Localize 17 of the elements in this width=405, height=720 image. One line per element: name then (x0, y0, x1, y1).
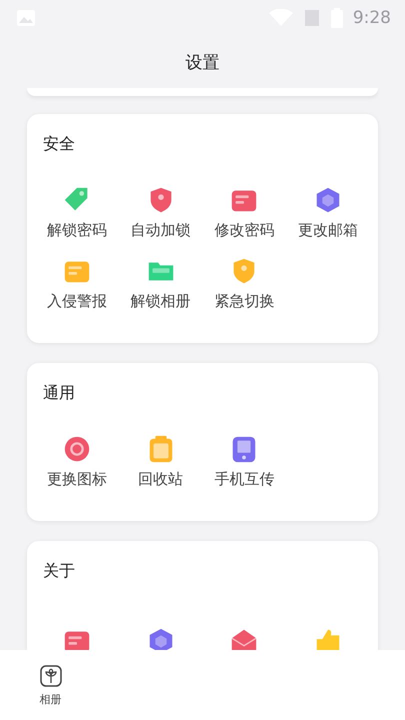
setting-label[interactable]: 修改密码 (214, 221, 274, 240)
picture-icon (16, 8, 36, 28)
setting-label[interactable]: 手机互传 (214, 470, 274, 489)
section-title: 关于 (42, 561, 76, 582)
sprout-icon (38, 664, 62, 688)
section-title: 通用 (42, 383, 76, 404)
setting-label[interactable]: 入侵警报 (46, 292, 107, 311)
setting-label[interactable]: 自动加锁 (130, 221, 191, 240)
status-time: 9:28 (352, 8, 391, 28)
section-title: 安全 (42, 134, 76, 155)
setting-label[interactable]: 更换图标 (46, 470, 107, 489)
setting-label[interactable]: 解锁相册 (130, 292, 191, 311)
setting-label[interactable]: 紧急切换 (214, 292, 274, 311)
setting-label[interactable]: 更改邮箱 (298, 221, 358, 240)
setting-label[interactable]: 解锁密码 (46, 221, 107, 240)
page-title: 设置 (186, 52, 220, 74)
setting-label[interactable]: 回收站 (138, 470, 184, 489)
